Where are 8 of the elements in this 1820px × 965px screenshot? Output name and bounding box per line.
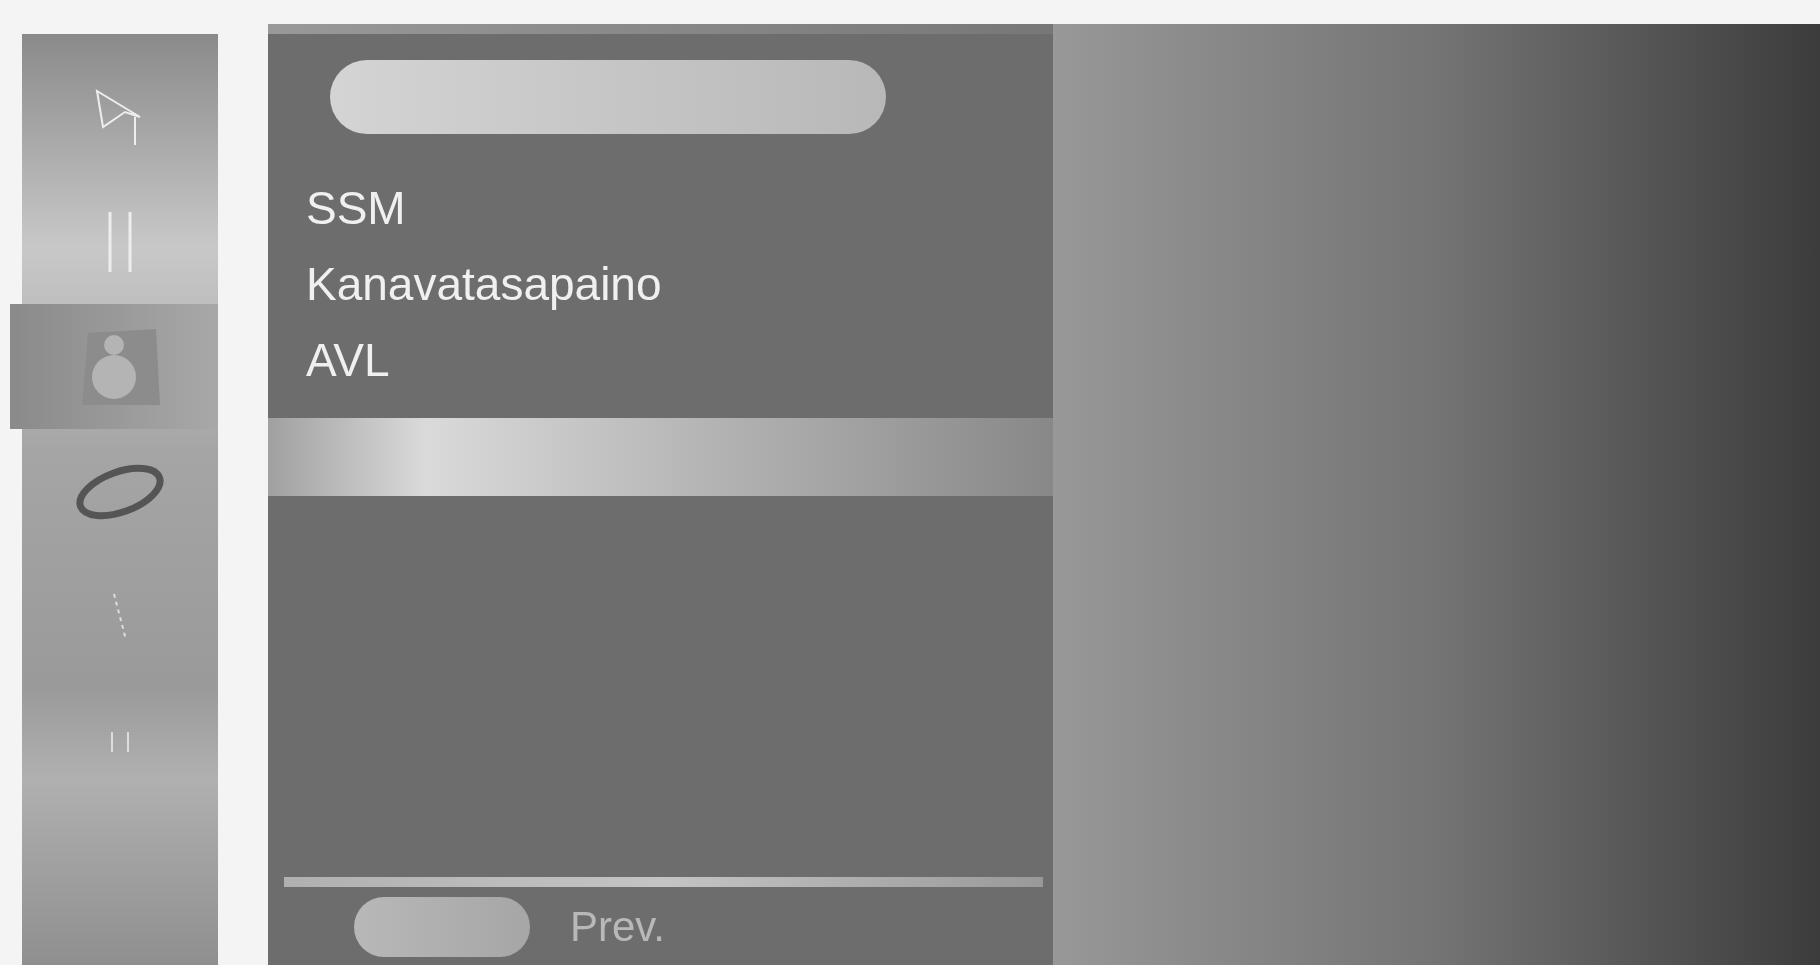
menu-item[interactable]: Kanavatasapaino [306,246,662,322]
sidebar-tab[interactable] [10,304,218,429]
menu-button[interactable] [354,897,530,957]
menu-item[interactable]: AVL [306,322,390,398]
bars-icon [108,731,132,752]
hint-text: Prev. [570,903,665,951]
speaker-icon [80,328,160,405]
menu-item[interactable]: SSM [306,170,406,246]
